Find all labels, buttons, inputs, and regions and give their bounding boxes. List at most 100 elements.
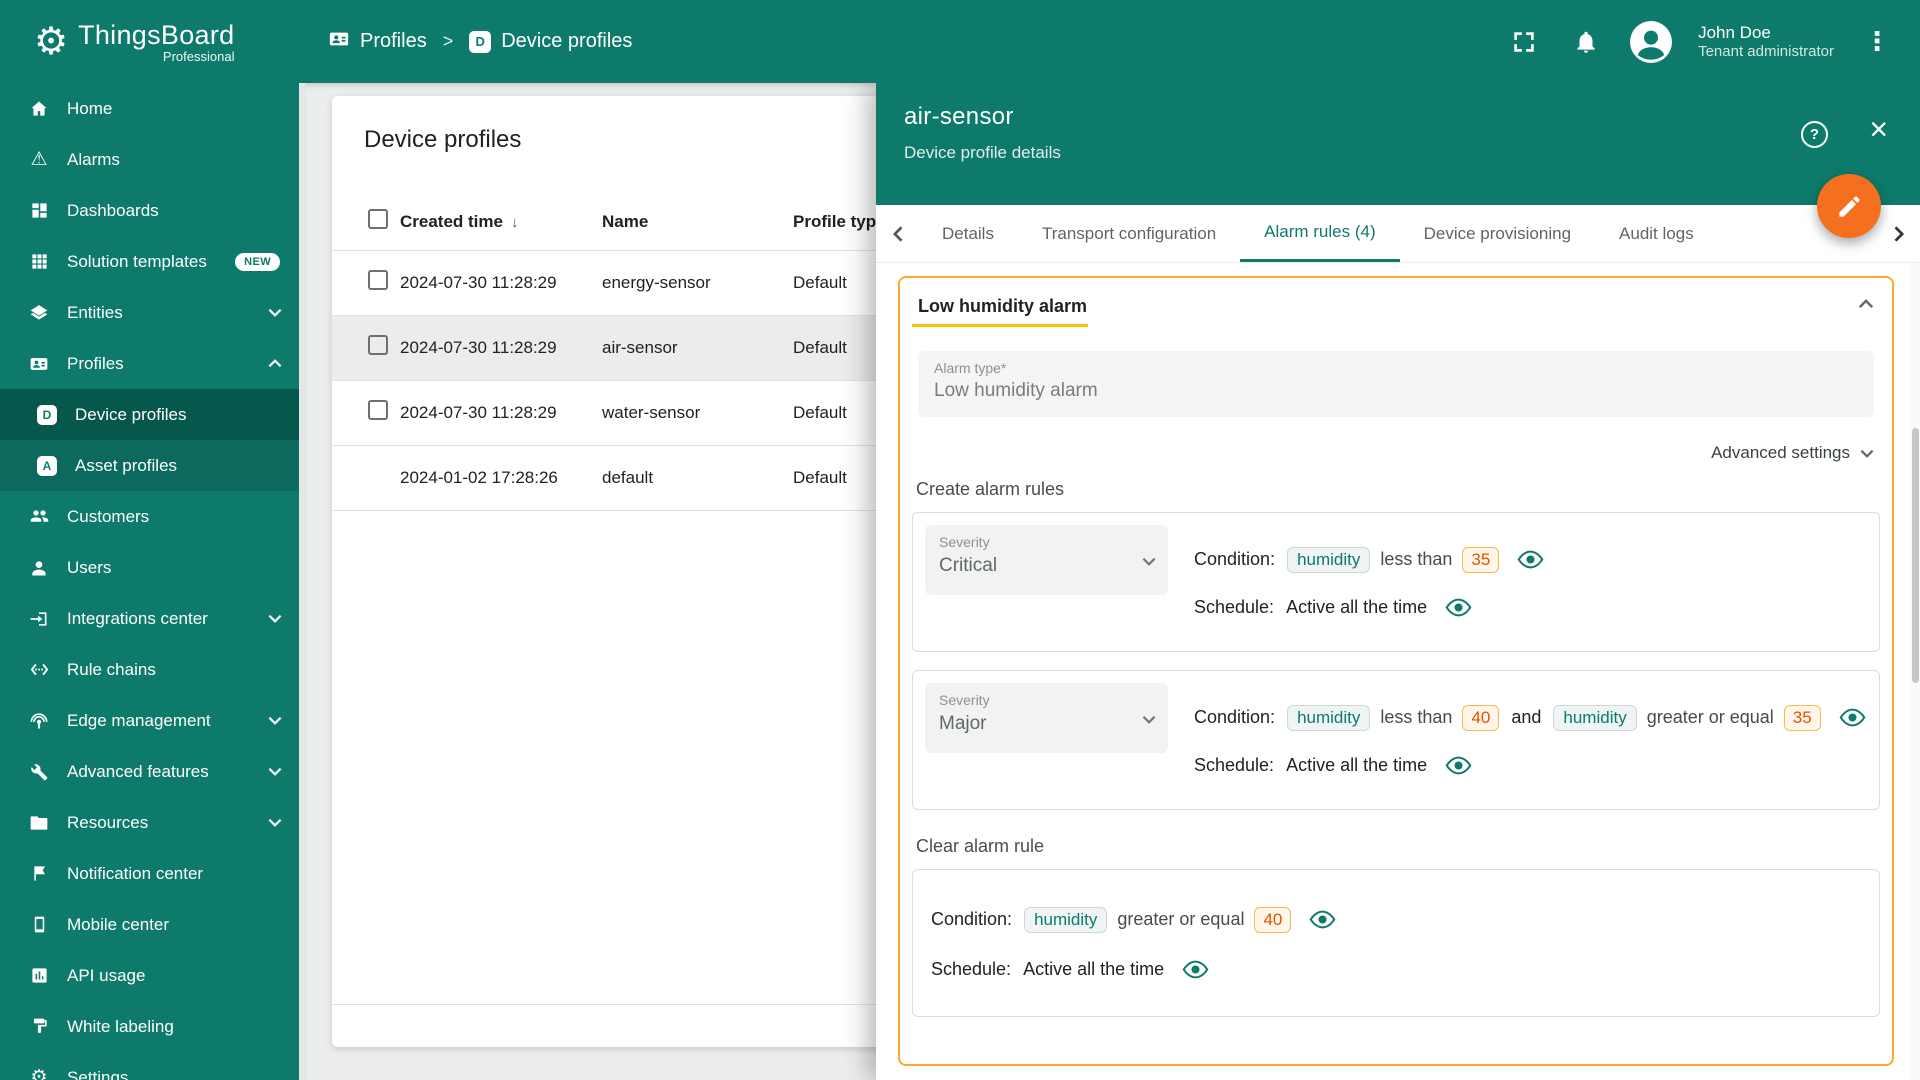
create-alarm-rules-label: Create alarm rules — [916, 479, 1065, 499]
tabs-scroll-right-icon[interactable] — [1878, 205, 1920, 262]
drawer-header: air-sensor Device profile details ? × — [876, 83, 1920, 205]
sidebar-scrollbar[interactable] — [299, 83, 306, 1080]
schedule-row: Schedule: Active all the time — [1194, 755, 1866, 776]
schedule-value: Active all the time — [1286, 596, 1428, 617]
breadcrumb-profiles[interactable]: Profiles — [328, 28, 427, 56]
advanced-features-icon — [26, 762, 52, 782]
rule-chains-icon — [26, 659, 52, 680]
sidebar-item-label: Home — [67, 98, 113, 118]
tab-audit-logs[interactable]: Audit logs — [1595, 205, 1718, 262]
sidebar-item-rule-chains[interactable]: Rule chains — [0, 644, 306, 695]
view-condition-eye-icon[interactable] — [1517, 550, 1544, 569]
alarm-type-field[interactable]: Alarm type* Low humidity alarm — [918, 351, 1874, 417]
sidebar-item-home[interactable]: Home — [0, 83, 306, 134]
severity-select[interactable]: Severity Critical — [925, 525, 1168, 595]
settings-gear-icon: ⚙ — [30, 1067, 48, 1080]
sidebar-item-profiles[interactable]: Profiles — [0, 338, 306, 389]
row-checkbox[interactable] — [368, 335, 388, 355]
kebab-menu-icon[interactable]: ⋮ — [1860, 26, 1894, 57]
sidebar-item-customers[interactable]: Customers — [0, 491, 306, 542]
schedule-value: Active all the time — [1023, 958, 1165, 979]
notification-flag-icon — [26, 864, 52, 883]
chevron-up-icon — [268, 359, 282, 368]
user-avatar[interactable] — [1630, 20, 1673, 63]
clear-alarm-rule-box: Condition: humidity greater or equal 40 … — [912, 869, 1880, 1017]
dropdown-arrow-icon — [1142, 553, 1156, 571]
sidebar-item-settings[interactable]: ⚙ Settings — [0, 1052, 306, 1080]
profiles-icon — [328, 28, 350, 56]
sidebar-item-label: Notification center — [67, 863, 204, 883]
breadcrumb: Profiles > D Device profiles — [328, 28, 632, 56]
view-condition-eye-icon[interactable] — [1839, 708, 1866, 727]
sidebar: Home ⚠ Alarms Dashboards Solution templa… — [0, 83, 306, 1080]
sidebar-item-edge-management[interactable]: Edge management — [0, 695, 306, 746]
sidebar-item-label: Advanced features — [67, 761, 209, 781]
sidebar-item-device-profiles[interactable]: D Device profiles — [0, 389, 306, 440]
chevron-down-icon — [268, 818, 282, 827]
chevron-down-icon — [268, 716, 282, 725]
sidebar-item-asset-profiles[interactable]: A Asset profiles — [0, 440, 306, 491]
cell-created-time: 2024-07-30 11:28:29 — [400, 315, 602, 381]
sidebar-item-alarms[interactable]: ⚠ Alarms — [0, 134, 306, 185]
alarm-type-value: Low humidity alarm — [934, 380, 1098, 401]
sidebar-item-resources[interactable]: Resources — [0, 797, 306, 848]
sidebar-item-label: Asset profiles — [75, 455, 178, 475]
condition-row: Condition: humidity greater or equal 40 — [931, 906, 1861, 933]
user-menu[interactable]: John Doe Tenant administrator — [1698, 22, 1834, 62]
condition-operator: less than — [1380, 707, 1453, 727]
row-checkbox[interactable] — [368, 400, 388, 420]
app-name: ThingsBoard — [78, 19, 235, 50]
sidebar-item-white-labeling[interactable]: White labeling — [0, 1001, 306, 1052]
sidebar-item-solution-templates[interactable]: Solution templates NEW — [0, 236, 306, 287]
advanced-settings-toggle[interactable]: Advanced settings — [912, 443, 1880, 463]
sidebar-item-api-usage[interactable]: API usage — [0, 950, 306, 1001]
view-schedule-eye-icon[interactable] — [1445, 756, 1472, 775]
drawer-scrollbar-thumb[interactable] — [1912, 428, 1919, 683]
sidebar-item-integrations-center[interactable]: Integrations center — [0, 593, 306, 644]
topbar: ⚙ ThingsBoard Professional Profiles > D … — [0, 0, 1920, 83]
sidebar-item-users[interactable]: Users — [0, 542, 306, 593]
fullscreen-icon[interactable] — [1506, 24, 1542, 60]
condition-row: Condition: humidity less than 40 and hum… — [1194, 704, 1866, 731]
sidebar-item-label: Resources — [67, 812, 149, 832]
alarms-icon: ⚠ — [30, 149, 48, 170]
view-schedule-eye-icon[interactable] — [1182, 960, 1209, 979]
view-condition-eye-icon[interactable] — [1309, 910, 1336, 929]
home-icon — [26, 99, 52, 119]
tab-details[interactable]: Details — [918, 205, 1018, 262]
breadcrumb-device-profiles[interactable]: D Device profiles — [469, 30, 632, 53]
clear-alarm-rule-label: Clear alarm rule — [916, 836, 1045, 856]
sidebar-item-label: Dashboards — [67, 200, 159, 220]
column-created-time[interactable]: Created time ↓ — [400, 194, 602, 251]
condition-key-chip: humidity — [1287, 546, 1371, 573]
tabs-scroll-left-icon[interactable] — [876, 205, 918, 262]
tab-transport-configuration[interactable]: Transport configuration — [1018, 205, 1240, 262]
row-checkbox[interactable] — [368, 270, 388, 290]
sidebar-item-advanced-features[interactable]: Advanced features — [0, 746, 306, 797]
user-role: Tenant administrator — [1698, 42, 1834, 60]
view-schedule-eye-icon[interactable] — [1445, 598, 1472, 617]
condition-value-badge: 35 — [1783, 704, 1821, 731]
customers-icon — [26, 506, 52, 527]
tab-alarm-rules[interactable]: Alarm rules (4) — [1240, 205, 1400, 262]
sidebar-item-label: Edge management — [67, 710, 211, 730]
sidebar-item-label: Alarms — [67, 149, 120, 169]
app-logo[interactable]: ⚙ ThingsBoard Professional — [0, 20, 272, 64]
sidebar-item-notification-center[interactable]: Notification center — [0, 848, 306, 899]
close-icon[interactable]: × — [1869, 113, 1888, 145]
schedule-label: Schedule: — [931, 958, 1012, 979]
condition-value-badge: 35 — [1462, 546, 1500, 573]
entities-icon — [26, 303, 52, 323]
severity-select[interactable]: Severity Major — [925, 683, 1168, 753]
sidebar-item-dashboards[interactable]: Dashboards — [0, 185, 306, 236]
tab-device-provisioning[interactable]: Device provisioning — [1400, 205, 1595, 262]
sidebar-item-label: Mobile center — [67, 914, 170, 934]
edit-fab-button[interactable] — [1817, 174, 1881, 238]
sidebar-item-entities[interactable]: Entities — [0, 287, 306, 338]
collapse-chevron-icon[interactable] — [1858, 294, 1874, 312]
select-all-checkbox[interactable] — [368, 209, 388, 230]
sidebar-item-mobile-center[interactable]: Mobile center — [0, 899, 306, 950]
help-icon[interactable]: ? — [1801, 121, 1828, 148]
column-name[interactable]: Name — [602, 194, 793, 251]
notifications-bell-icon[interactable] — [1568, 24, 1604, 60]
